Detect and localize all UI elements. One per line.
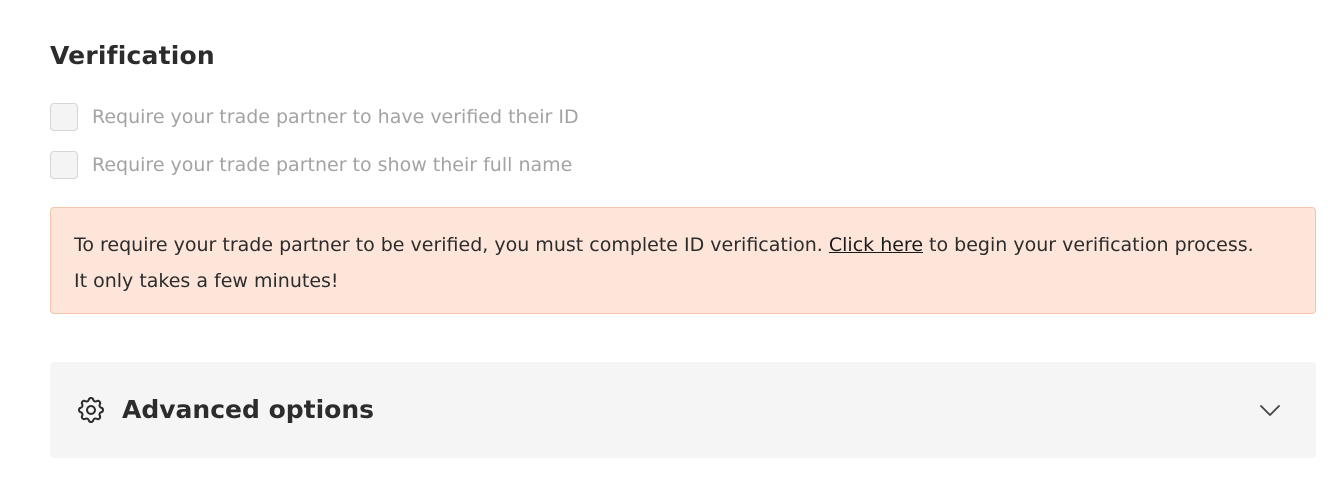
notice-line-2: It only takes a few minutes! [74,270,339,292]
full-name-option[interactable]: Require your trade partner to show their… [50,150,572,180]
verified-id-option[interactable]: Require your trade partner to have verif… [50,102,579,132]
notice-text-after-link: to begin your verification process. [923,234,1254,256]
chevron-down-icon[interactable] [1258,398,1282,422]
verified-id-checkbox[interactable] [50,103,78,131]
advanced-options-toggle[interactable]: Advanced options [50,362,1316,458]
full-name-label: Require your trade partner to show their… [92,154,573,176]
verification-title: Verification [50,41,215,70]
advanced-options-title: Advanced options [122,395,375,424]
gear-icon [75,394,107,426]
notice-text-before-link: To require your trade partner to be veri… [74,234,829,256]
full-name-checkbox[interactable] [50,151,78,179]
verified-id-label: Require your trade partner to have verif… [92,106,579,128]
notice-line-1: To require your trade partner to be veri… [74,227,1292,263]
begin-verification-link[interactable]: Click here [829,234,923,256]
verification-notice: To require your trade partner to be veri… [50,207,1316,314]
